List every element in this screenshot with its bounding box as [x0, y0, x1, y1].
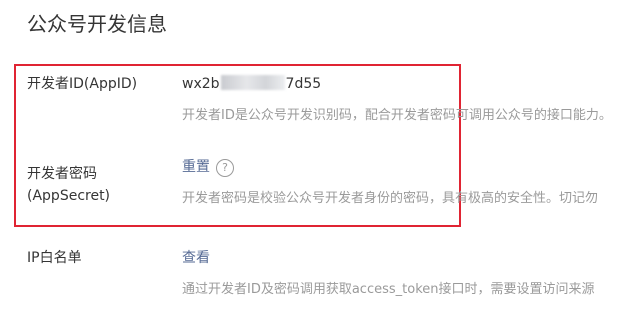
- ip-whitelist-label: IP白名单: [27, 250, 82, 266]
- appid-value: wx2b 7d55: [182, 73, 321, 95]
- question-circle-icon[interactable]: ?: [216, 159, 234, 177]
- appsecret-label-line1: 开发者密码: [27, 166, 97, 182]
- appsecret-label-line2: (AppSecret): [27, 188, 111, 204]
- appsecret-actions: 重置?: [182, 156, 234, 178]
- appid-value-suffix: 7d55: [285, 76, 322, 92]
- appid-masked-region: [220, 75, 285, 90]
- reset-secret-link[interactable]: 重置: [182, 159, 210, 175]
- page-title: 公众号开发信息: [27, 12, 167, 36]
- appsecret-description: 开发者密码是校验公众号开发者身份的密码，具有极高的安全性。切记勿: [182, 191, 599, 206]
- appid-description: 开发者ID是公众号开发识别码，配合开发者密码可调用公众号的接口能力。: [182, 108, 612, 123]
- appid-label: 开发者ID(AppID): [27, 76, 138, 92]
- ip-whitelist-description: 通过开发者ID及密码调用获取access_token接口时，需要设置访问来源: [182, 282, 595, 297]
- appid-value-prefix: wx2b: [182, 76, 220, 92]
- ip-whitelist-view-link[interactable]: 查看: [182, 247, 210, 269]
